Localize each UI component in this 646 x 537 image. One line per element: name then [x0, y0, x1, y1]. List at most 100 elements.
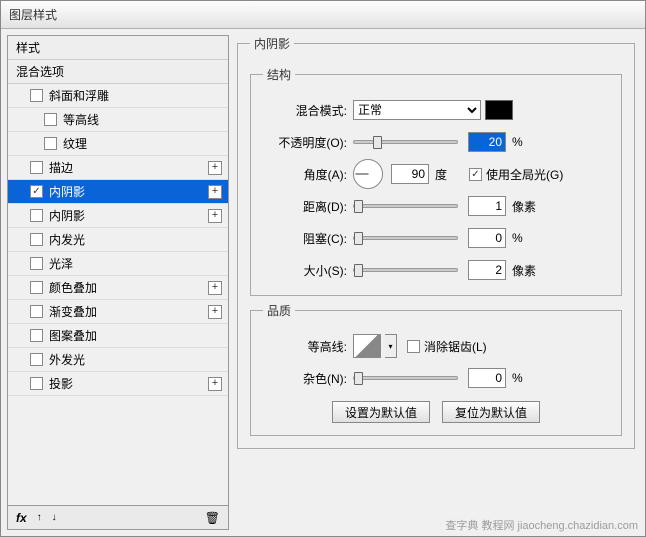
checkbox-icon[interactable]	[30, 257, 43, 270]
slider-thumb-icon[interactable]	[373, 136, 382, 149]
content-area: 样式 混合选项 斜面和浮雕 等高线 纹理 描边 +	[1, 29, 645, 536]
style-item-label: 光泽	[49, 255, 73, 272]
checkbox-icon[interactable]	[30, 209, 43, 222]
antialias-checkbox[interactable]	[407, 340, 420, 353]
style-item-contour[interactable]: 等高线	[8, 108, 228, 132]
reset-default-button[interactable]: 复位为默认值	[442, 401, 540, 423]
color-swatch[interactable]	[485, 100, 513, 120]
style-item-label: 斜面和浮雕	[49, 87, 109, 104]
blend-options-header[interactable]: 混合选项	[8, 60, 228, 84]
arrow-down-icon[interactable]: ↓	[52, 512, 57, 523]
size-row: 大小(S): 像素	[263, 257, 609, 283]
trash-icon[interactable]: 🗑	[205, 511, 220, 525]
size-slider[interactable]	[353, 268, 458, 272]
arrow-up-icon[interactable]: ↑	[37, 512, 42, 523]
noise-input[interactable]	[468, 368, 506, 388]
angle-dial[interactable]	[353, 159, 383, 189]
size-unit: 像素	[512, 262, 546, 279]
panel-title: 内阴影	[250, 35, 294, 52]
style-item-inner-shadow-1[interactable]: 内阴影 +	[8, 180, 228, 204]
make-default-button[interactable]: 设置为默认值	[332, 401, 430, 423]
plus-icon[interactable]: +	[208, 305, 222, 319]
list-footer: fx ↑ ↓ 🗑	[8, 505, 228, 529]
watermark-text: 查字典 教程网 jiaocheng.chazidian.com	[445, 517, 638, 533]
chevron-down-icon[interactable]: ▾	[385, 334, 397, 358]
style-item-inner-shadow-2[interactable]: 内阴影 +	[8, 204, 228, 228]
style-item-texture[interactable]: 纹理	[8, 132, 228, 156]
angle-row: 角度(A): 度 使用全局光(G)	[263, 161, 609, 187]
style-item-outer-glow[interactable]: 外发光	[8, 348, 228, 372]
choke-unit: %	[512, 231, 546, 245]
plus-icon[interactable]: +	[208, 161, 222, 175]
style-item-label: 投影	[49, 375, 73, 392]
style-item-label: 内阴影	[49, 207, 85, 224]
size-input[interactable]	[468, 260, 506, 280]
checkbox-icon[interactable]	[30, 185, 43, 198]
style-item-label: 内发光	[49, 231, 85, 248]
noise-slider[interactable]	[353, 376, 458, 380]
style-item-stroke[interactable]: 描边 +	[8, 156, 228, 180]
titlebar: 图层样式	[1, 1, 645, 29]
size-label: 大小(S):	[263, 262, 353, 279]
style-item-label: 内阴影	[49, 183, 85, 200]
blend-mode-label: 混合模式:	[263, 102, 353, 119]
contour-picker[interactable]	[353, 334, 381, 358]
antialias-label: 消除锯齿(L)	[424, 338, 487, 355]
styles-header-label: 样式	[16, 39, 40, 56]
checkbox-icon[interactable]	[30, 377, 43, 390]
plus-icon[interactable]: +	[208, 281, 222, 295]
style-item-pattern-overlay[interactable]: 图案叠加	[8, 324, 228, 348]
angle-input[interactable]	[391, 164, 429, 184]
checkbox-icon[interactable]	[30, 353, 43, 366]
window-title: 图层样式	[9, 6, 57, 23]
style-item-label: 外发光	[49, 351, 85, 368]
plus-icon[interactable]: +	[208, 185, 222, 199]
style-item-bevel[interactable]: 斜面和浮雕	[8, 84, 228, 108]
checkbox-icon[interactable]	[30, 305, 43, 318]
checkbox-icon[interactable]	[30, 89, 43, 102]
style-item-label: 渐变叠加	[49, 303, 97, 320]
style-item-label: 等高线	[63, 111, 99, 128]
opacity-input[interactable]	[468, 132, 506, 152]
opacity-slider[interactable]	[353, 140, 458, 144]
distance-row: 距离(D): 像素	[263, 193, 609, 219]
slider-thumb-icon[interactable]	[354, 264, 363, 277]
choke-label: 阻塞(C):	[263, 230, 353, 247]
plus-icon[interactable]: +	[208, 377, 222, 391]
style-item-gradient-overlay[interactable]: 渐变叠加 +	[8, 300, 228, 324]
style-item-label: 描边	[49, 159, 73, 176]
global-light-label: 使用全局光(G)	[486, 166, 563, 183]
blend-mode-select[interactable]: 正常	[353, 100, 481, 120]
style-item-color-overlay[interactable]: 颜色叠加 +	[8, 276, 228, 300]
slider-thumb-icon[interactable]	[354, 372, 363, 385]
opacity-unit: %	[512, 135, 546, 149]
global-light-checkbox[interactable]	[469, 168, 482, 181]
choke-input[interactable]	[468, 228, 506, 248]
checkbox-icon[interactable]	[30, 281, 43, 294]
checkbox-icon[interactable]	[30, 161, 43, 174]
fx-icon[interactable]: fx	[16, 511, 27, 525]
checkbox-icon[interactable]	[30, 329, 43, 342]
layer-style-window: 图层样式 样式 混合选项 斜面和浮雕 等高线 纹理	[0, 0, 646, 537]
structure-legend: 结构	[263, 66, 295, 83]
blend-options-label: 混合选项	[16, 63, 64, 80]
contour-label: 等高线:	[263, 338, 353, 355]
checkbox-icon[interactable]	[44, 137, 57, 150]
structure-group: 结构 混合模式: 正常 不透明度(O): %	[250, 66, 622, 296]
style-item-satin[interactable]: 光泽	[8, 252, 228, 276]
distance-input[interactable]	[468, 196, 506, 216]
noise-label: 杂色(N):	[263, 370, 353, 387]
opacity-label: 不透明度(O):	[263, 134, 353, 151]
choke-slider[interactable]	[353, 236, 458, 240]
distance-slider[interactable]	[353, 204, 458, 208]
style-item-drop-shadow[interactable]: 投影 +	[8, 372, 228, 396]
checkbox-icon[interactable]	[44, 113, 57, 126]
checkbox-icon[interactable]	[30, 233, 43, 246]
styles-header[interactable]: 样式	[8, 36, 228, 60]
noise-unit: %	[512, 371, 546, 385]
slider-thumb-icon[interactable]	[354, 200, 363, 213]
plus-icon[interactable]: +	[208, 209, 222, 223]
style-item-inner-glow[interactable]: 内发光	[8, 228, 228, 252]
slider-thumb-icon[interactable]	[354, 232, 363, 245]
contour-row: 等高线: ▾ 消除锯齿(L)	[263, 333, 609, 359]
